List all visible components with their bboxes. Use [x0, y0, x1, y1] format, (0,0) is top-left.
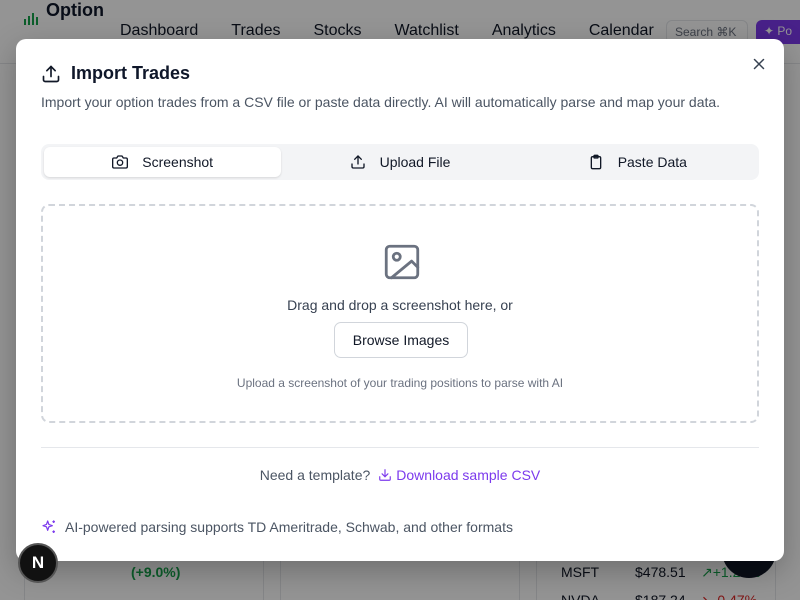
tab-screenshot[interactable]: Screenshot: [44, 147, 282, 177]
close-button[interactable]: [750, 55, 768, 73]
template-prompt: Need a template?: [259, 467, 371, 483]
camera-icon: [112, 155, 129, 169]
download-icon: [379, 469, 392, 481]
browse-images-button[interactable]: Browse Images: [334, 322, 468, 358]
download-sample-csv-link[interactable]: Download sample CSV: [378, 467, 540, 483]
import-trades-dialog: Import Trades Import your option trades …: [16, 39, 784, 561]
upload-icon: [350, 155, 365, 169]
screenshot-dropzone[interactable]: Drag and drop a screenshot here, or Brow…: [41, 204, 759, 423]
next-badge[interactable]: N: [18, 543, 58, 583]
dialog-title: Import Trades: [41, 63, 190, 84]
ai-parsing-note: AI-powered parsing supports TD Ameritrad…: [41, 519, 513, 535]
clipboard-icon: [590, 154, 602, 170]
image-icon: [384, 244, 420, 280]
tab-upload-file[interactable]: Upload File: [281, 147, 518, 177]
divider: [41, 447, 759, 448]
ai-note-text: AI-powered parsing supports TD Ameritrad…: [65, 519, 513, 535]
template-line: Need a template? Download sample CSV: [16, 467, 784, 483]
dialog-description: Import your option trades from a CSV fil…: [41, 94, 721, 110]
tab-paste-data[interactable]: Paste Data: [519, 147, 756, 177]
import-tabs: Screenshot Upload File Paste Data: [41, 144, 759, 180]
dropzone-text: Drag and drop a screenshot here, or: [287, 297, 513, 313]
tab-label: Upload File: [379, 154, 451, 170]
close-icon: [753, 58, 765, 70]
upload-icon: [42, 65, 60, 82]
dropzone-hint: Upload a screenshot of your trading posi…: [236, 376, 564, 390]
sparkles-icon: [42, 520, 55, 533]
dialog-title-text: Import Trades: [71, 63, 191, 83]
tab-label: Paste Data: [617, 154, 687, 170]
download-link-label: Download sample CSV: [396, 467, 541, 483]
tab-label: Screenshot: [142, 154, 214, 170]
